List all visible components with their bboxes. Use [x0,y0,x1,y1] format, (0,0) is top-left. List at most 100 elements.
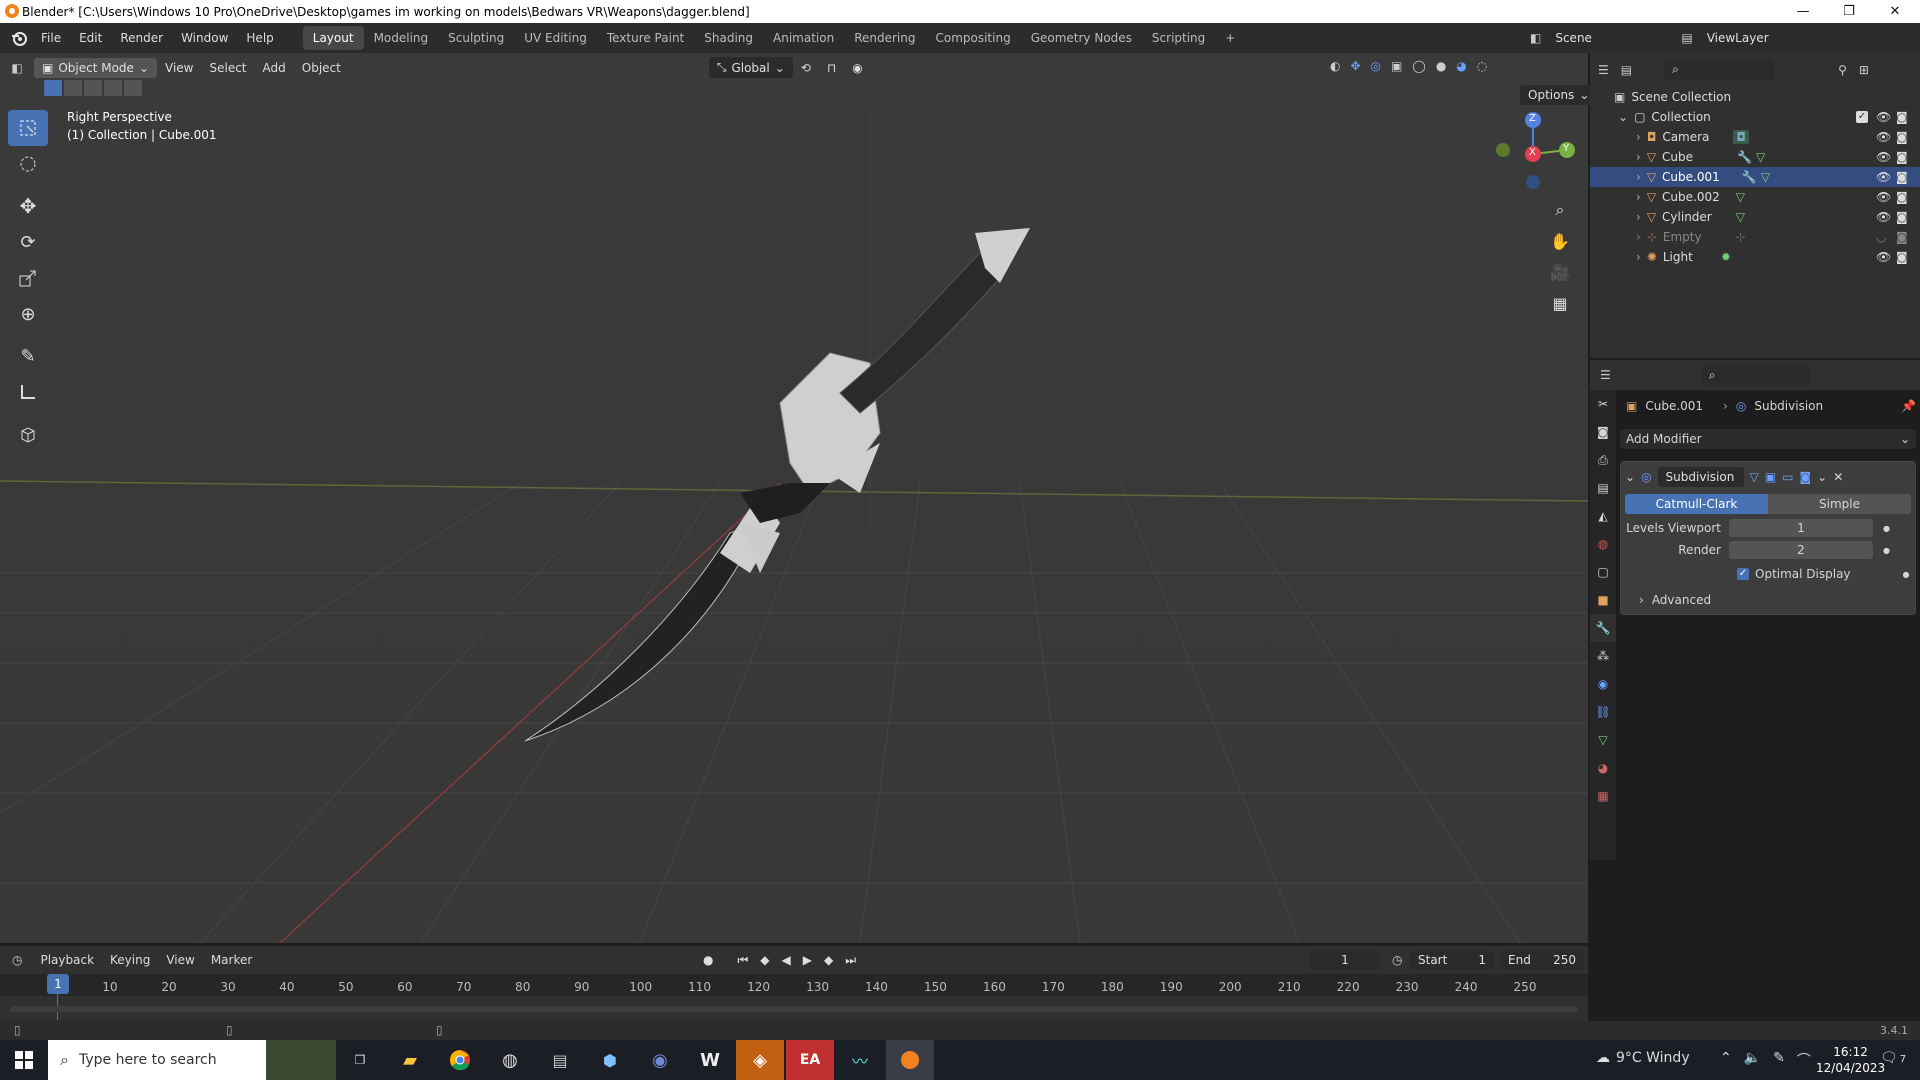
play-icon[interactable]: ▶ [803,953,812,968]
chevron-right-icon[interactable]: › [1636,250,1641,264]
render-tab-icon[interactable]: ◙ [1590,418,1616,446]
pan-hand-icon[interactable]: ✋ [1546,227,1574,255]
eye-icon[interactable]: 👁 [1876,170,1891,184]
chevron-down-icon[interactable]: ⌄ [1618,110,1628,124]
tab-rendering[interactable]: Rendering [844,26,925,50]
zoom-icon[interactable]: ⌕ [1546,196,1574,224]
network-icon[interactable]: ⌒ [1797,1050,1811,1070]
gizmo-toggle-icon[interactable]: ✥ [1350,59,1360,73]
tool-tab-icon[interactable]: ✂ [1590,390,1616,418]
particles-tab-icon[interactable]: ⁂ [1590,642,1616,670]
outliner-item[interactable]: › ▽ Cube 🔧 ▽ 👁 ◙ [1590,147,1920,167]
optimal-display-checkbox[interactable]: ✓ [1737,568,1749,580]
blender-menu-icon[interactable] [6,28,32,48]
rotate-icon[interactable]: ⟳ [8,224,48,260]
timeline-menu-view[interactable]: View [158,953,202,967]
task-view-icon[interactable]: ❐ [336,1040,384,1080]
chevron-right-icon[interactable]: › [1636,130,1641,144]
jump-keyframe-back-icon[interactable]: ◆ [760,953,769,968]
tab-shading[interactable]: Shading [694,26,763,50]
tab-scripting[interactable]: Scripting [1142,26,1215,50]
outliner-item[interactable]: › ✺ Light ✹ 👁 ◙ [1590,247,1920,267]
resolve-icon[interactable]: ⬢ [586,1040,634,1080]
outliner-item[interactable]: › ▽ Cube.002 ▽ 👁 ◙ [1590,187,1920,207]
eye-icon[interactable]: 👁 [1876,130,1891,144]
add-modifier-dropdown[interactable]: Add Modifier ⌄ [1620,429,1916,449]
viewport-menu-view[interactable]: View [157,61,201,75]
select-new-icon[interactable] [44,80,62,96]
move-icon[interactable]: ✥ [8,188,48,224]
filter-icon[interactable]: ⚲ [1838,63,1847,77]
end-frame-field[interactable]: End 250 [1500,950,1584,970]
menu-window[interactable]: Window [172,31,237,45]
terminal-app-icon[interactable]: 〰 [836,1040,884,1080]
scene-icon[interactable]: ◧ [1530,31,1541,45]
pen-icon[interactable]: ✎ [1773,1050,1785,1070]
scene-tab-icon[interactable]: ◭ [1590,502,1616,530]
3d-viewport[interactable] [0,53,1588,943]
tab-texture-paint[interactable]: Texture Paint [597,26,694,50]
speaker-icon[interactable]: 🔈 [1744,1050,1761,1070]
jump-keyframe-forward-icon[interactable]: ◆ [824,953,833,968]
render-toggle-icon[interactable]: ◙ [1799,470,1811,484]
jump-start-icon[interactable]: ⏮ [737,953,748,968]
files-app-icon[interactable]: ▤ [536,1040,584,1080]
start-frame-field[interactable]: Start 1 [1410,950,1494,970]
menu-edit[interactable]: Edit [70,31,111,45]
perspective-toggle-icon[interactable]: ▦ [1546,289,1574,317]
output-tab-icon[interactable]: ⎙ [1590,446,1616,474]
keyframe-dot-icon[interactable]: ● [1883,524,1890,533]
viewport-menu-object[interactable]: Object [294,61,349,75]
menu-file[interactable]: File [32,31,70,45]
edit-mode-toggle-icon[interactable]: ▽ [1750,470,1759,484]
camera-render-icon[interactable]: ◙ [1896,190,1908,204]
overlay-toggle-icon[interactable]: ◎ [1371,59,1381,73]
jump-end-icon[interactable]: ⏭ [845,953,856,968]
weather-widget[interactable]: ☁ 9°C Windy [1596,1050,1690,1066]
steam-icon[interactable]: ◍ [486,1040,534,1080]
outliner-item[interactable]: › ◘ Camera ◘ 👁 ◙ [1590,127,1920,147]
add-cube-icon[interactable] [8,416,48,452]
material-shading-icon[interactable]: ◕ [1456,59,1466,73]
rendered-shading-icon[interactable]: ◌ [1477,59,1487,73]
outliner-editor-icon[interactable]: ☰ [1598,63,1609,77]
properties-editor-icon[interactable]: ☰ [1600,368,1611,382]
tab-compositing[interactable]: Compositing [925,26,1020,50]
notifications-icon[interactable]: 🗨 7 [1880,1050,1906,1066]
viewport-menu-select[interactable]: Select [201,61,254,75]
chevron-right-icon[interactable]: › [1636,230,1641,244]
viewport-toggle-icon[interactable]: ▭ [1782,470,1793,484]
tab-animation[interactable]: Animation [763,26,844,50]
timeline-editor-icon[interactable]: ◷ [12,953,22,967]
options-dropdown[interactable]: Options ⌄ [1520,85,1598,105]
camera-render-icon[interactable]: ◙ [1896,250,1908,264]
modifier-menu-icon[interactable]: ⌄ [1817,470,1827,484]
discord-icon[interactable]: ◉ [636,1040,684,1080]
world-tab-icon[interactable]: ◍ [1590,530,1616,558]
taskbar-search-box[interactable]: ⌕ Type here to search [48,1040,336,1080]
auto-keying-icon[interactable]: ● [703,953,713,968]
scene-selector[interactable]: Scene [1547,28,1658,48]
outliner-collection[interactable]: ⌄ ▢ Collection ✓ 👁 ◙ [1590,107,1920,127]
snap-icon[interactable]: ⊓ [819,61,844,75]
blender-taskbar-icon[interactable] [886,1040,934,1080]
physics-tab-icon[interactable]: ◉ [1590,670,1616,698]
orientation-selector[interactable]: ⤡ Global ⌄ [708,57,793,78]
camera-render-icon[interactable]: ◙ [1896,130,1908,144]
measure-icon[interactable] [8,374,48,410]
chevron-right-icon[interactable]: › [1636,170,1641,184]
annotate-icon[interactable]: ✎ [8,338,48,374]
timeline-menu-playback[interactable]: Playback [32,953,102,967]
camera-render-icon[interactable]: ◙ [1896,150,1908,164]
properties-search-input[interactable]: ⌕ [1700,364,1811,386]
timeline-scrollbar[interactable] [10,1006,1578,1012]
xray-icon[interactable]: ▣ [1391,59,1402,73]
chevron-right-icon[interactable]: › [1636,210,1641,224]
solid-shading-icon[interactable]: ● [1436,59,1446,73]
timeline-menu-marker[interactable]: Marker [203,953,260,967]
select-box-icon[interactable] [8,110,48,146]
viewlayer-icon[interactable]: ▤ [1681,31,1692,45]
word-app-icon[interactable]: W [686,1040,734,1080]
chevron-right-icon[interactable]: › [1636,190,1641,204]
minimize-button[interactable]: — [1780,0,1826,23]
